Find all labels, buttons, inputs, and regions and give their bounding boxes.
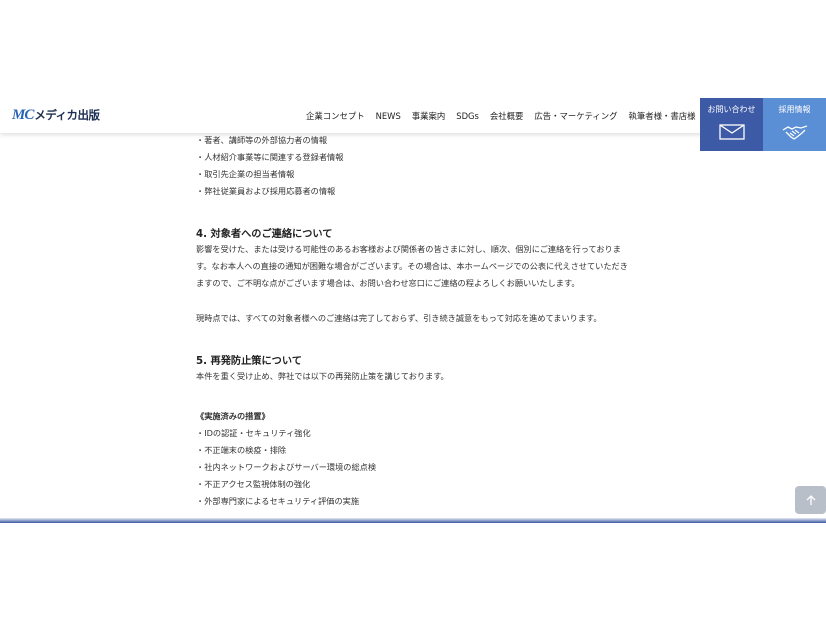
arrow-up-icon (806, 494, 815, 505)
section-4-heading: 4. 対象者へのご連絡について (196, 229, 333, 240)
envelope-icon (718, 124, 745, 140)
footer-edge (0, 518, 826, 523)
measure-item: ・不正アクセス監視体制の強化 (196, 479, 311, 489)
site-logo[interactable]: MC メディカ出版 (12, 107, 100, 123)
contact-button[interactable]: お問い合わせ (700, 98, 763, 151)
nav-advertising[interactable]: 広告・マーケティング (534, 110, 617, 122)
section-4-body: 影響を受けた、または受ける可能性のあるお客様および関係者の皆さまに対し、順次、個… (196, 244, 628, 289)
logo-text: メディカ出版 (34, 108, 100, 122)
contact-label: お問い合わせ (707, 105, 756, 114)
list-item: ・人材紹介事業等に関連する登録者情報 (196, 152, 344, 162)
measure-item: ・不正端末の検疫・排除 (196, 445, 287, 455)
nav-sdgs[interactable]: SDGs (456, 111, 479, 121)
measure-item: ・社内ネットワークおよびサーバー環境の総点検 (196, 462, 377, 472)
page-viewport[interactable]: MC メディカ出版 企業コンセプト NEWS 事業案内 SDGs 会社概要 広告… (0, 98, 826, 522)
section-5-body: 本件を重く受け止め、弊社では以下の再発防止策を講じております。 (196, 371, 449, 381)
handshake-icon (782, 125, 807, 140)
section-5-heading: 5. 再発防止策について (196, 356, 302, 367)
measures-heading: 《実施済みの措置》 (196, 411, 270, 421)
measure-item: ・IDの認証・セキュリティ強化 (196, 428, 311, 438)
nav-company[interactable]: 会社概要 (490, 110, 524, 122)
back-to-top-button[interactable] (795, 486, 826, 514)
recruit-button[interactable]: 採用情報 (763, 98, 826, 151)
main-nav: 企業コンセプト NEWS 事業案内 SDGs 会社概要 広告・マーケティング 執… (306, 98, 706, 133)
measure-item: ・外部専門家によるセキュリティ評価の実施 (196, 496, 360, 506)
list-item: ・取引先企業の担当者情報 (196, 169, 295, 179)
logo-mark: MC (12, 106, 34, 123)
list-item: ・弊社従業員および採用応募者の情報 (196, 186, 336, 196)
list-item: ・著者、講師等の外部協力者の情報 (196, 135, 328, 145)
nav-business[interactable]: 事業案内 (412, 110, 446, 122)
recruit-label: 採用情報 (778, 105, 811, 114)
nav-news[interactable]: NEWS (376, 111, 401, 121)
nav-concept[interactable]: 企業コンセプト (306, 110, 365, 122)
section-4-note: 現時点では、すべての対象者様へのご連絡は完了しておらず、引き続き誠意をもって対応… (196, 313, 602, 323)
nav-authors-bookstores[interactable]: 執筆者様・書店様 (628, 110, 695, 122)
